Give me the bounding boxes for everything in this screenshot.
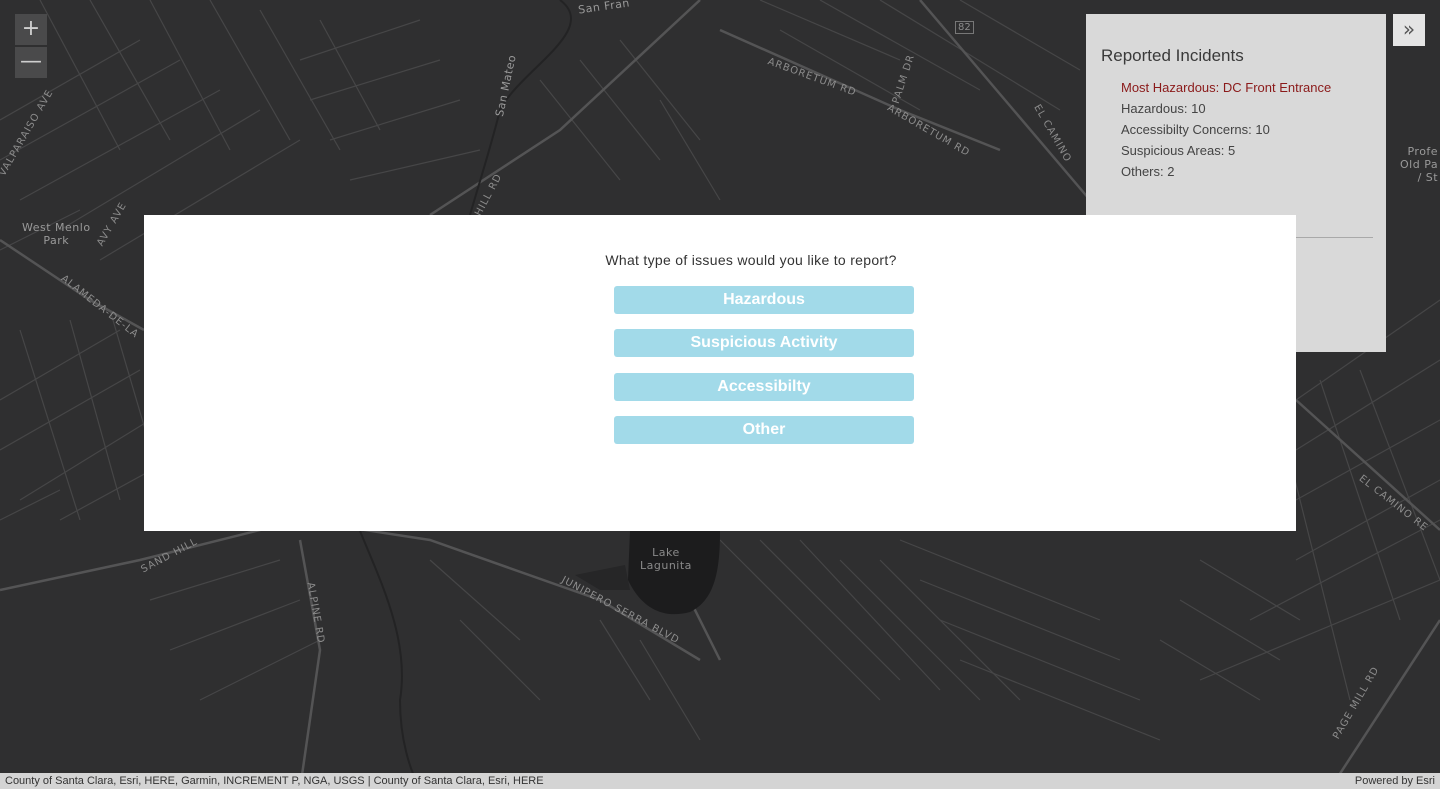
other-button[interactable]: Other <box>614 416 914 444</box>
accessibility-stat: Accessibilty Concerns: 10 <box>1121 122 1270 137</box>
report-issue-modal: What type of issues would you like to re… <box>144 215 1296 531</box>
zoom-in-button[interactable]: + <box>15 14 47 45</box>
most-hazardous-stat: Most Hazardous: DC Front Entrance <box>1121 80 1332 95</box>
double-chevron-right-icon: » <box>1402 17 1416 41</box>
hazardous-button[interactable]: Hazardous <box>614 286 914 314</box>
place-label-west-menlo-park: West Menlo Park <box>22 221 91 247</box>
zoom-out-button[interactable]: — <box>15 47 47 78</box>
panel-title: Reported Incidents <box>1101 46 1244 65</box>
modal-question: What type of issues would you like to re… <box>605 252 897 268</box>
suspicious-activity-button[interactable]: Suspicious Activity <box>614 329 914 357</box>
hazardous-stat: Hazardous: 10 <box>1121 101 1206 116</box>
powered-by-esri-link[interactable]: Powered by Esri <box>1355 773 1435 789</box>
plus-icon: + <box>21 16 41 41</box>
suspicious-stat: Suspicious Areas: 5 <box>1121 143 1236 158</box>
place-label-right-edge: Profe Old Pa / St <box>1400 145 1439 184</box>
expand-panel-button[interactable]: » <box>1393 14 1425 46</box>
others-stat: Others: 2 <box>1121 164 1175 179</box>
map-attribution: County of Santa Clara, Esri, HERE, Garmi… <box>0 773 1440 789</box>
place-label-lake-lagunita: Lake Lagunita <box>640 546 692 572</box>
accessibility-button[interactable]: Accessibilty <box>614 373 914 401</box>
attribution-sources[interactable]: County of Santa Clara, Esri, HERE, Garmi… <box>5 773 544 789</box>
minus-icon: — <box>20 49 42 74</box>
route-shield-82: 82 <box>955 21 974 34</box>
